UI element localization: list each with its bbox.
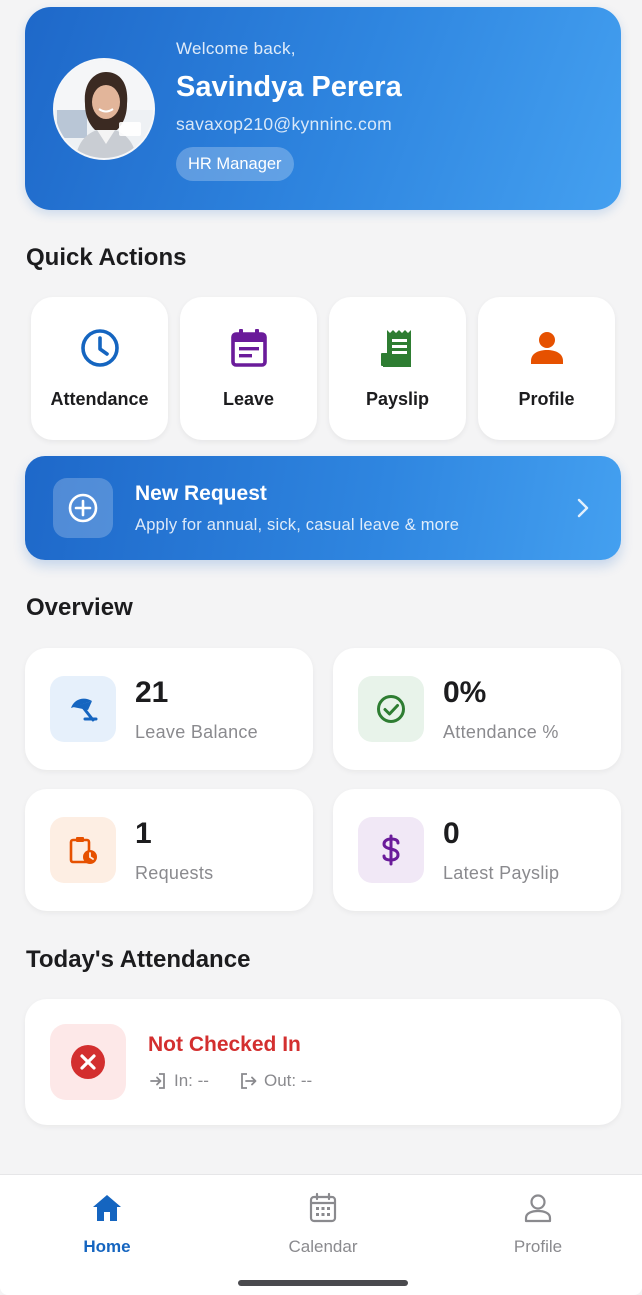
new-request-title: New Request (135, 482, 267, 505)
stat-icon-box (358, 676, 424, 742)
stat-icon-box (50, 676, 116, 742)
quick-action-profile[interactable]: Profile (478, 297, 615, 440)
error-circle-icon (71, 1045, 105, 1079)
att-icon-box (50, 1024, 126, 1100)
stat-value: 0% (443, 676, 487, 709)
user-email: savaxop210@kynninc.com (176, 114, 393, 134)
stat-label: Leave Balance (135, 722, 258, 742)
home-icon (93, 1195, 121, 1221)
chevron-right-icon (577, 498, 589, 518)
nav-label: Calendar (288, 1237, 358, 1256)
avatar[interactable] (53, 58, 155, 160)
beach-umbrella-icon (71, 698, 98, 722)
stat-label: Attendance % (443, 722, 559, 742)
stat-card-latest-payslip[interactable]: 0 Latest Payslip (333, 789, 621, 911)
nav-item-calendar[interactable]: Calendar (253, 1191, 393, 1257)
receipt-icon (380, 330, 411, 367)
pending-clipboard-icon (69, 837, 97, 864)
stat-card-attendance[interactable]: 0% Attendance % (333, 648, 621, 770)
calendar-icon (309, 1192, 337, 1223)
stat-value: 21 (135, 676, 169, 709)
attendance-status: Not Checked In (148, 1033, 301, 1056)
quick-action-label: Payslip (365, 389, 430, 409)
quick-actions-title: Quick Actions (26, 244, 187, 271)
nav-label: Profile (513, 1237, 563, 1256)
dollar-icon (382, 834, 400, 866)
stat-label: Requests (135, 863, 214, 883)
attendance-status-card[interactable]: Not Checked In In: -- Out: -- (25, 999, 621, 1125)
check-out-text: Out: -- (264, 1071, 313, 1090)
quick-action-leave[interactable]: Leave (180, 297, 317, 440)
quick-action-label: Profile (518, 389, 575, 409)
quick-action-attendance[interactable]: Attendance (31, 297, 168, 440)
new-request-button[interactable]: New Request Apply for annual, sick, casu… (25, 456, 621, 560)
nav-label: Home (83, 1237, 131, 1256)
stat-icon-box (50, 817, 116, 883)
stat-value: 1 (135, 817, 152, 850)
profile-header-card: Welcome back, Savindya Perera savaxop210… (25, 7, 621, 210)
login-icon (150, 1073, 165, 1089)
welcome-text: Welcome back, (176, 39, 296, 58)
home-screen: Welcome back, Savindya Perera savaxop210… (0, 0, 642, 1295)
todays-attendance-title: Today's Attendance (26, 946, 251, 973)
overview-title: Overview (26, 594, 133, 621)
bottom-navigation: Home Calendar Profile (0, 1174, 642, 1295)
quick-action-label: Attendance (50, 389, 149, 409)
check-out-info: Out: -- (238, 1071, 312, 1091)
person-outline-icon (524, 1194, 552, 1223)
home-indicator[interactable] (238, 1280, 408, 1286)
stat-card-requests[interactable]: 1 Requests (25, 789, 313, 911)
stat-icon-box (358, 817, 424, 883)
quick-action-payslip[interactable]: Payslip (329, 297, 466, 440)
role-badge: HR Manager (176, 147, 294, 181)
quick-action-label: Leave (222, 389, 275, 409)
new-request-subtitle: Apply for annual, sick, casual leave & m… (135, 516, 460, 534)
nav-item-home[interactable]: Home (37, 1191, 177, 1257)
calendar-icon (230, 329, 267, 367)
logout-icon (241, 1073, 257, 1089)
request-icon-box (53, 478, 113, 538)
stat-value: 0 (443, 817, 460, 850)
user-name: Savindya Perera (176, 71, 402, 103)
stat-label: Latest Payslip (443, 863, 560, 883)
check-in-text: In: -- (174, 1071, 209, 1090)
nav-item-profile[interactable]: Profile (468, 1191, 608, 1257)
person-icon (530, 332, 563, 364)
stat-card-leave-balance[interactable]: 21 Leave Balance (25, 648, 313, 770)
check-circle-icon (377, 695, 405, 723)
check-in-info: In: -- (148, 1071, 209, 1091)
user-photo-avatar (55, 60, 153, 158)
clock-icon (80, 329, 119, 367)
add-circle-icon (68, 493, 98, 523)
